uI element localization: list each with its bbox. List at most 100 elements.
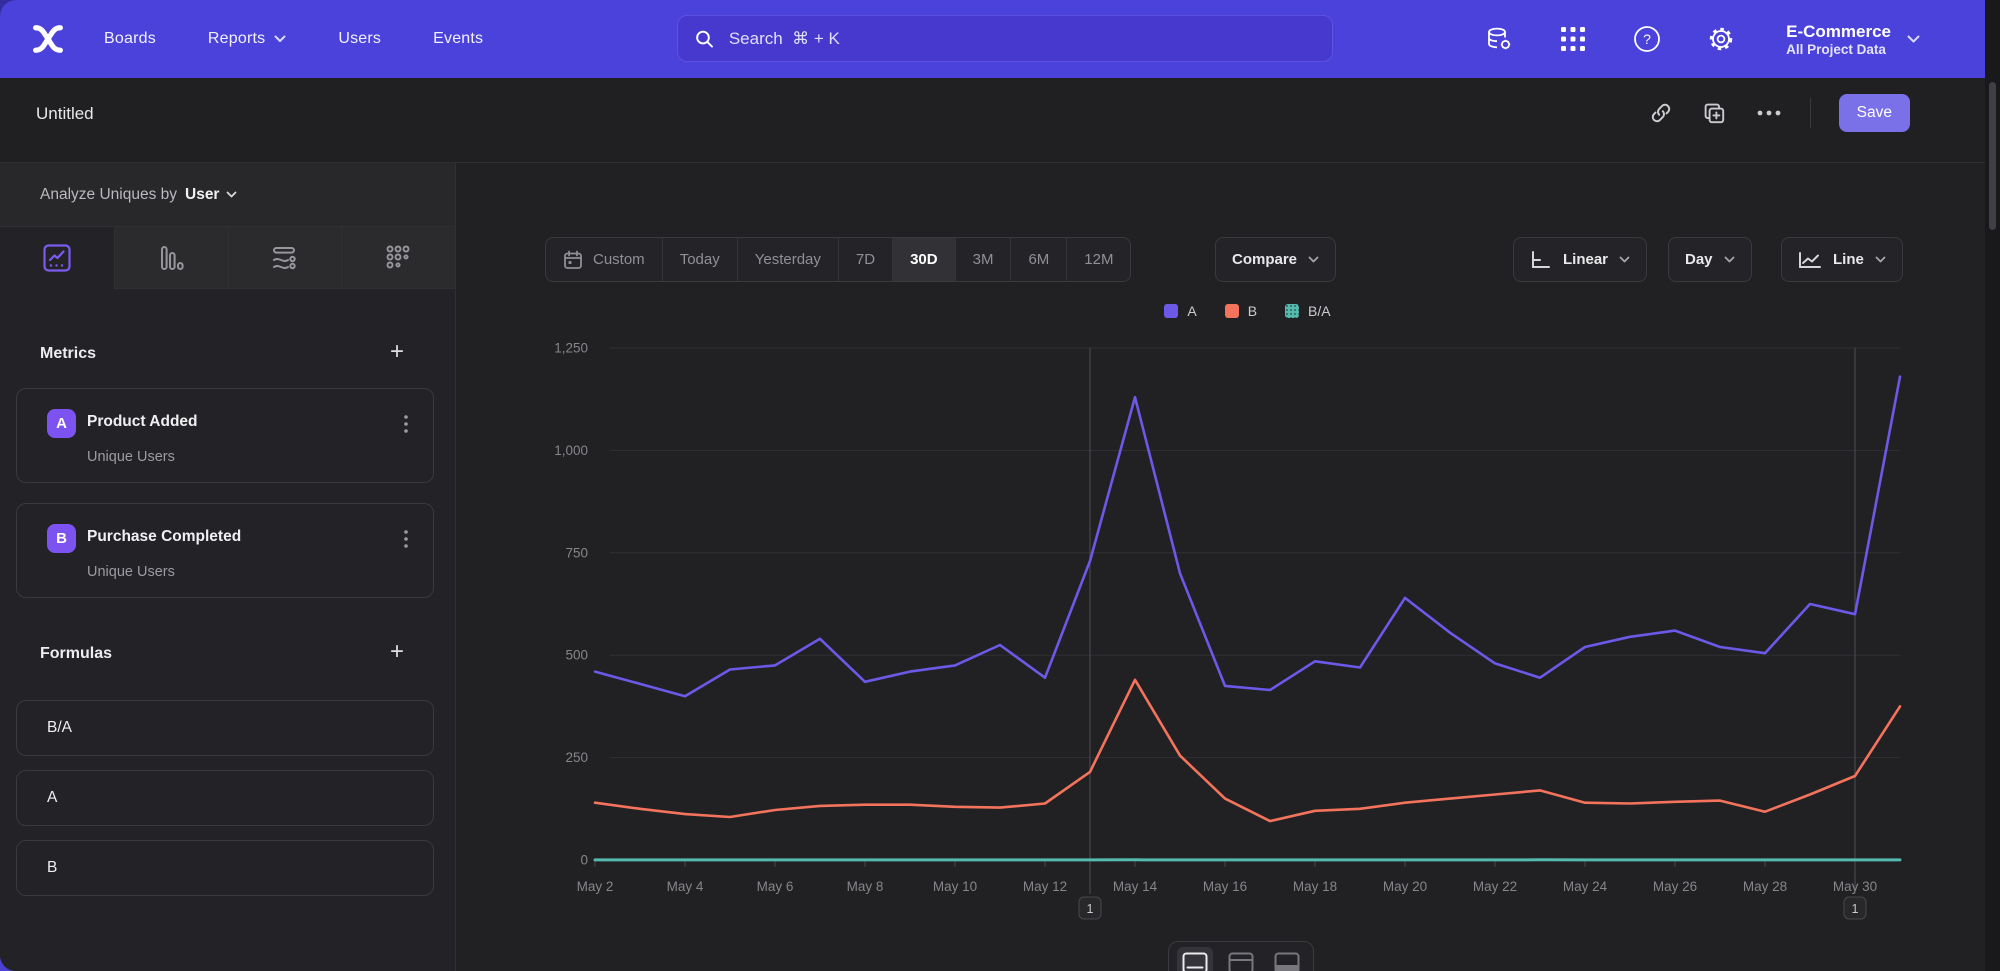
copy-link-icon[interactable] [1648, 100, 1674, 126]
chart-type-tabs [0, 227, 455, 289]
trend-chart: 0 250 500 750 1,000 1,250 1 1 May 2 May 4 May 6 May… [455, 130, 1985, 971]
metric-name: Product Added [87, 413, 198, 431]
analyze-by-value: User [185, 186, 219, 204]
page-background: Boards Reports Users Events [0, 0, 2000, 971]
x-axis-label: May 16 [1203, 879, 1247, 894]
formula-expression: B [47, 859, 57, 877]
formulas-heading: Formulas [40, 645, 112, 663]
retention-grid-icon [385, 244, 413, 272]
nav-item-boards[interactable]: Boards [104, 30, 156, 48]
header-divider [1810, 98, 1811, 128]
project-name: E-Commerce [1786, 21, 1891, 42]
bar-chart-icon [157, 244, 185, 272]
app-window: Boards Reports Users Events [0, 0, 2000, 971]
nav-item-users[interactable]: Users [338, 30, 381, 48]
metrics-panel: Metrics + A Product Added Unique Users B… [0, 289, 455, 971]
metric-letter-badge: A [47, 409, 76, 438]
more-options-icon[interactable] [1756, 100, 1782, 126]
chevron-down-icon [1907, 35, 1920, 44]
project-scope: All Project Data [1786, 42, 1891, 57]
metrics-heading: Metrics [40, 345, 96, 363]
add-metric-button[interactable]: + [382, 337, 412, 367]
nav-item-reports[interactable]: Reports [208, 30, 286, 48]
tab-flows[interactable] [228, 227, 342, 289]
mixpanel-logo-icon[interactable] [30, 21, 66, 57]
metric-letter-badge: B [47, 524, 76, 553]
tab-bar-chart[interactable] [114, 227, 228, 289]
x-axis-label: May 10 [933, 879, 977, 894]
formula-card[interactable]: B [16, 840, 434, 896]
metric-aggregation[interactable]: Unique Users [87, 449, 175, 465]
apps-grid-icon[interactable] [1558, 24, 1588, 54]
y-axis-label: 1,000 [554, 443, 588, 458]
project-switcher[interactable]: E-Commerce All Project Data [1786, 21, 1920, 57]
duplicate-icon[interactable] [1702, 100, 1728, 126]
x-axis-label: May 20 [1383, 879, 1427, 894]
flows-icon [270, 243, 300, 273]
metric-card-a[interactable]: A Product Added Unique Users [16, 388, 434, 483]
x-axis-label: May 2 [577, 879, 614, 894]
y-axis-label: 500 [565, 648, 588, 663]
nav-item-label: Reports [208, 30, 265, 48]
series-line-a [595, 377, 1900, 697]
svg-text:?: ? [1643, 31, 1651, 47]
nav-item-label: Users [338, 30, 381, 48]
search-icon [694, 28, 715, 50]
y-axis-label: 250 [565, 750, 588, 765]
metric-card-b[interactable]: B Purchase Completed Unique Users [16, 503, 434, 598]
series-line-b [595, 680, 1900, 821]
metric-aggregation[interactable]: Unique Users [87, 564, 175, 580]
y-axis-label: 1,250 [554, 341, 588, 356]
data-management-icon[interactable] [1484, 24, 1514, 54]
search-input[interactable] [727, 28, 1316, 50]
formula-card[interactable]: B/A [16, 700, 434, 756]
line-chart-icon [42, 243, 72, 273]
settings-gear-icon[interactable] [1706, 24, 1736, 54]
analyze-row: Analyze Uniques by User [0, 163, 455, 227]
x-axis-label: May 18 [1293, 879, 1337, 894]
nav-item-label: Boards [104, 30, 156, 48]
x-axis-label: May 14 [1113, 879, 1158, 894]
chevron-down-icon [226, 191, 237, 199]
x-axis-label: May 28 [1743, 879, 1787, 894]
formula-expression: B/A [47, 719, 72, 737]
x-axis-label: May 30 [1833, 879, 1877, 894]
annotation-badge-label: 1 [1852, 902, 1859, 916]
chevron-down-icon [274, 35, 286, 43]
x-axis-label: May 22 [1473, 879, 1517, 894]
nav-menu: Boards Reports Users Events [104, 0, 483, 78]
tab-insights-line[interactable] [0, 227, 114, 289]
x-axis-label: May 4 [667, 879, 704, 894]
layout-table-icon[interactable] [1269, 947, 1305, 971]
formula-card[interactable]: A [16, 770, 434, 826]
scrollbar-thumb[interactable] [1989, 82, 1996, 230]
save-button[interactable]: Save [1839, 94, 1910, 132]
top-nav: Boards Reports Users Events [0, 0, 1985, 78]
nav-item-events[interactable]: Events [433, 30, 483, 48]
x-axis-label: May 8 [847, 879, 884, 894]
query-sidebar: Analyze Uniques by User [0, 163, 456, 971]
nav-right-cluster: ? E-Commerce All Project Data [1484, 0, 1920, 78]
metric-name: Purchase Completed [87, 528, 241, 546]
nav-item-label: Events [433, 30, 483, 48]
x-axis-label: May 26 [1653, 879, 1697, 894]
metric-menu-icon[interactable] [395, 411, 417, 437]
y-axis-label: 0 [580, 853, 588, 868]
layout-chart-table-icon[interactable] [1223, 947, 1259, 971]
analyze-label: Analyze Uniques by [40, 186, 177, 204]
add-formula-button[interactable]: + [382, 637, 412, 667]
x-axis-label: May 12 [1023, 879, 1067, 894]
global-search[interactable] [677, 15, 1333, 62]
annotation-badge-label: 1 [1087, 902, 1094, 916]
report-title[interactable]: Untitled [36, 104, 94, 124]
x-axis-label: May 6 [757, 879, 794, 894]
analyze-by-dropdown[interactable]: User [185, 186, 237, 204]
x-axis-label: May 24 [1563, 879, 1608, 894]
layout-toggle-toolbar [1168, 941, 1314, 971]
help-icon[interactable]: ? [1632, 24, 1662, 54]
metric-menu-icon[interactable] [395, 526, 417, 552]
layout-chart-icon[interactable] [1177, 947, 1213, 971]
scrollbar-track[interactable] [1985, 0, 2000, 971]
y-axis-label: 750 [565, 545, 588, 560]
tab-retention[interactable] [341, 227, 455, 289]
